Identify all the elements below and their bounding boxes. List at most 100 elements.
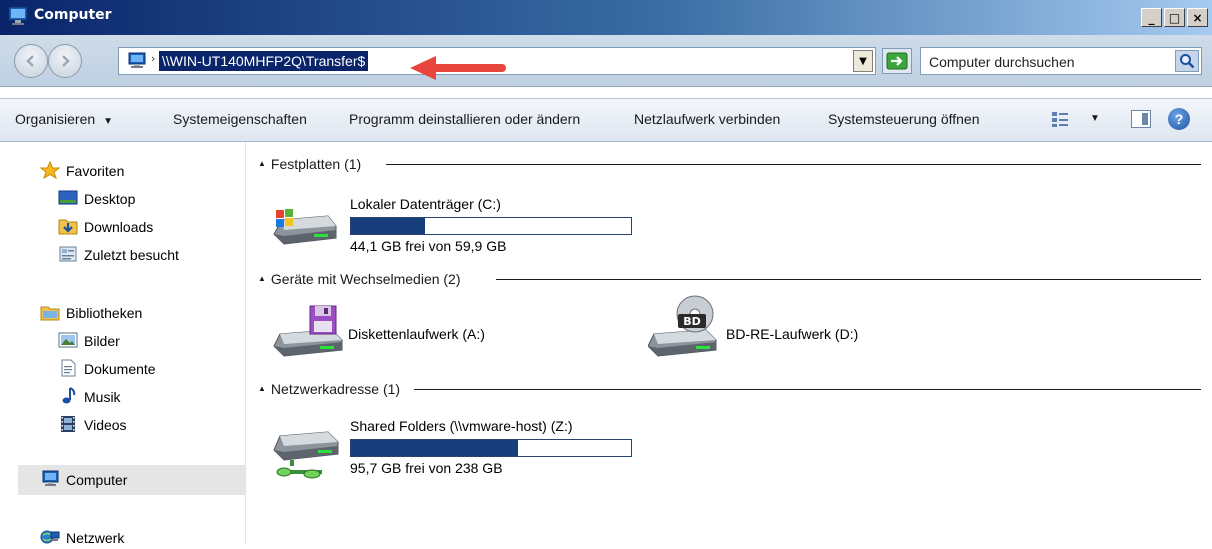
nav-libraries-label: Bibliotheken	[66, 305, 143, 321]
group-header-network-label: Netzwerkadresse (1)	[270, 381, 401, 397]
drive-a-name: Diskettenlaufwerk (A:)	[348, 326, 485, 342]
address-path[interactable]: \\WIN-UT140MHFP2Q\Transfer$	[159, 51, 369, 71]
window-controls: _ □ ×	[1141, 8, 1208, 27]
arrow-right-icon	[62, 55, 70, 67]
arrow-left-icon	[26, 55, 34, 67]
search-input[interactable]	[927, 51, 1161, 73]
collapse-triangle-icon: ▲	[258, 384, 266, 393]
nav-desktop[interactable]: Desktop	[58, 188, 135, 210]
libraries-icon	[40, 306, 60, 321]
drive-c-free-space: 44,1 GB frei von 59,9 GB	[350, 238, 507, 254]
navigation-pane: Favoriten Desktop Downloads Zuletzt besu…	[0, 142, 246, 546]
group-header-hard-drives[interactable]: ▲ Festplatten (1)	[258, 155, 361, 173]
search-button[interactable]	[1175, 50, 1199, 72]
chevron-down-icon: ▼	[103, 116, 114, 127]
chevron-down-icon: ▼	[859, 55, 867, 67]
forward-button[interactable]	[48, 44, 82, 78]
nav-libraries[interactable]: Bibliotheken	[40, 302, 142, 324]
minimize-button[interactable]: _	[1141, 8, 1162, 27]
group-divider	[496, 279, 1201, 280]
search-box[interactable]	[920, 47, 1202, 75]
preview-pane-icon[interactable]	[1131, 110, 1151, 128]
search-icon	[1180, 54, 1195, 69]
nav-network[interactable]: Netzwerk	[40, 527, 124, 549]
organize-label: Organisieren	[15, 111, 96, 127]
group-divider	[386, 164, 1201, 165]
close-button[interactable]: ×	[1187, 8, 1208, 27]
open-control-panel-button[interactable]: Systemsteuerung öffnen	[828, 111, 980, 127]
title-bar: Computer _ □ ×	[0, 0, 1212, 35]
go-button[interactable]	[882, 48, 912, 74]
nav-music-label: Musik	[84, 389, 121, 405]
nav-pictures-label: Bilder	[84, 333, 120, 349]
back-button[interactable]	[14, 44, 48, 78]
drive-a[interactable]: Diskettenlaufwerk (A:)	[268, 300, 598, 360]
pictures-icon	[58, 332, 78, 348]
chevron-down-icon[interactable]: ▼	[1090, 113, 1100, 124]
annotation-arrow-icon	[410, 56, 506, 80]
recent-places-icon	[59, 246, 77, 262]
help-icon[interactable]: ?	[1168, 108, 1190, 130]
drive-d[interactable]: BD BD-RE-Laufwerk (D:)	[644, 292, 944, 362]
nav-documents[interactable]: Dokumente	[58, 358, 156, 380]
drive-z[interactable]: Shared Folders (\\vmware-host) (Z:) 95,7…	[268, 414, 688, 484]
nav-favorites[interactable]: Favoriten	[40, 160, 124, 182]
downloads-folder-icon	[58, 219, 78, 235]
organize-menu[interactable]: Organisieren ▼	[15, 111, 113, 127]
nav-recent-label: Zuletzt besucht	[84, 247, 179, 263]
nav-documents-label: Dokumente	[84, 361, 156, 377]
nav-downloads[interactable]: Downloads	[58, 216, 153, 238]
nav-music[interactable]: Musik	[58, 386, 121, 408]
drive-z-name: Shared Folders (\\vmware-host) (Z:)	[350, 418, 573, 434]
drive-z-usage-bar	[350, 439, 632, 457]
collapse-triangle-icon: ▲	[258, 274, 266, 283]
chevron-right-icon[interactable]: ›	[151, 52, 155, 65]
drive-c-usage-bar	[350, 217, 632, 235]
nav-recent[interactable]: Zuletzt besucht	[58, 244, 179, 266]
window-title: Computer	[34, 7, 112, 23]
content-pane: ▲ Festplatten (1) Lokaler Datenträger (C:…	[246, 142, 1212, 544]
group-divider	[414, 389, 1201, 390]
map-network-drive-button[interactable]: Netzlaufwerk verbinden	[634, 111, 780, 127]
nav-videos[interactable]: Videos	[58, 414, 127, 436]
documents-icon	[61, 359, 76, 377]
drive-c[interactable]: Lokaler Datenträger (C:) 44,1 GB frei vo…	[268, 190, 668, 254]
group-header-hard-drives-label: Festplatten (1)	[270, 156, 362, 172]
view-options-icon[interactable]	[1050, 109, 1070, 129]
uninstall-program-button[interactable]: Programm deinstallieren oder ändern	[349, 111, 580, 127]
bd-drive-icon: BD	[648, 295, 717, 357]
nav-videos-label: Videos	[84, 417, 127, 433]
nav-computer[interactable]: Computer	[40, 469, 127, 491]
computer-icon	[42, 470, 59, 487]
nav-pictures[interactable]: Bilder	[58, 330, 120, 352]
address-dropdown-button[interactable]: ▼	[853, 50, 873, 72]
group-header-network[interactable]: ▲ Netzwerkadresse (1)	[258, 380, 400, 398]
go-arrow-icon	[886, 52, 908, 70]
system-properties-button[interactable]: Systemeigenschaften	[173, 111, 307, 127]
nav-downloads-label: Downloads	[84, 219, 154, 235]
drive-c-name: Lokaler Datenträger (C:)	[350, 196, 501, 212]
computer-icon	[128, 52, 146, 68]
music-note-icon	[62, 387, 76, 404]
maximize-button[interactable]: □	[1164, 8, 1185, 27]
collapse-triangle-icon: ▲	[258, 159, 266, 168]
address-row: › \\WIN-UT140MHFP2Q\Transfer$ ▼	[0, 35, 1212, 87]
nav-desktop-label: Desktop	[84, 191, 136, 207]
hard-drive-icon	[273, 209, 337, 245]
drive-c-usage-fill	[351, 218, 425, 234]
star-icon	[40, 161, 60, 180]
nav-favorites-label: Favoriten	[66, 163, 125, 179]
nav-computer-label: Computer	[66, 472, 128, 488]
drive-z-free-space: 95,7 GB frei von 238 GB	[350, 460, 503, 476]
drive-z-usage-fill	[351, 440, 519, 456]
drive-d-name: BD-RE-Laufwerk (D:)	[726, 326, 859, 342]
film-strip-icon	[61, 416, 75, 433]
desktop-icon	[58, 190, 78, 205]
computer-icon	[8, 6, 28, 25]
network-drive-icon	[273, 431, 339, 479]
floppy-drive-icon	[273, 305, 343, 357]
group-header-removable-label: Geräte mit Wechselmedien (2)	[270, 271, 461, 287]
group-header-removable[interactable]: ▲ Geräte mit Wechselmedien (2)	[258, 270, 461, 288]
bd-badge: BD	[683, 315, 701, 328]
command-bar: Organisieren ▼ Systemeigenschaften Progra…	[0, 98, 1212, 142]
